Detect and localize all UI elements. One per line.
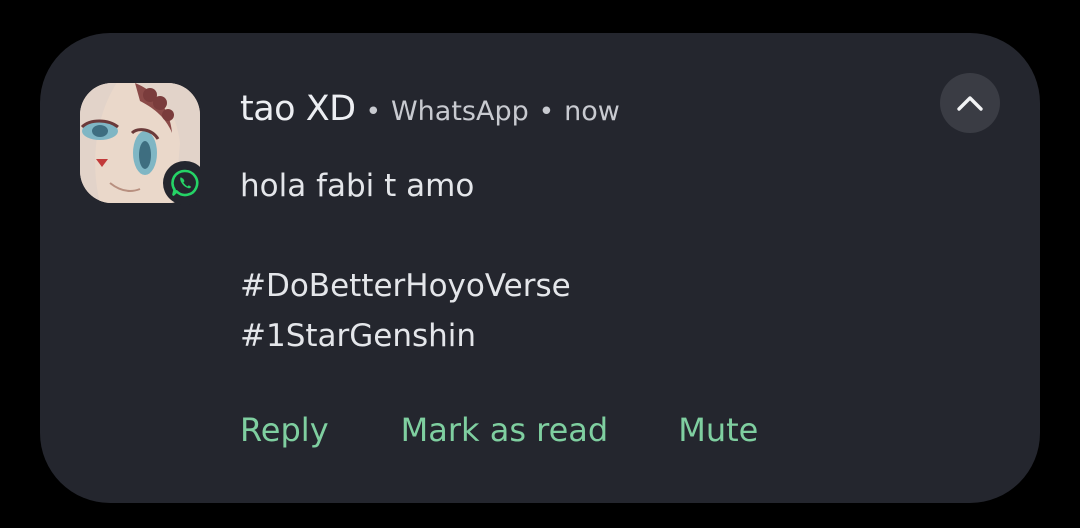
message-line bbox=[240, 211, 920, 261]
reply-button[interactable]: Reply bbox=[240, 411, 329, 449]
separator-dot: • bbox=[538, 97, 555, 127]
message-line: #1StarGenshin bbox=[240, 318, 477, 354]
notification-header: tao XD • WhatsApp • now bbox=[240, 89, 620, 135]
sender-name: tao XD bbox=[240, 89, 356, 129]
timestamp: now bbox=[564, 96, 620, 127]
whatsapp-badge bbox=[163, 161, 207, 205]
notification-card[interactable]: tao XD • WhatsApp • now hola fabi t amo … bbox=[40, 33, 1040, 503]
message-line: #DoBetterHoyoVerse bbox=[240, 268, 571, 304]
message-body: hola fabi t amo #DoBetterHoyoVerse #1Sta… bbox=[240, 161, 920, 361]
whatsapp-icon bbox=[171, 169, 199, 197]
message-line: hola fabi t amo bbox=[240, 168, 475, 204]
mark-as-read-button[interactable]: Mark as read bbox=[401, 411, 609, 449]
collapse-button[interactable] bbox=[940, 73, 1000, 133]
separator-dot: • bbox=[365, 97, 381, 127]
notification-actions: Reply Mark as read Mute bbox=[240, 405, 758, 455]
chevron-up-icon bbox=[957, 96, 983, 111]
mute-button[interactable]: Mute bbox=[678, 411, 758, 449]
app-name: WhatsApp bbox=[390, 96, 529, 127]
